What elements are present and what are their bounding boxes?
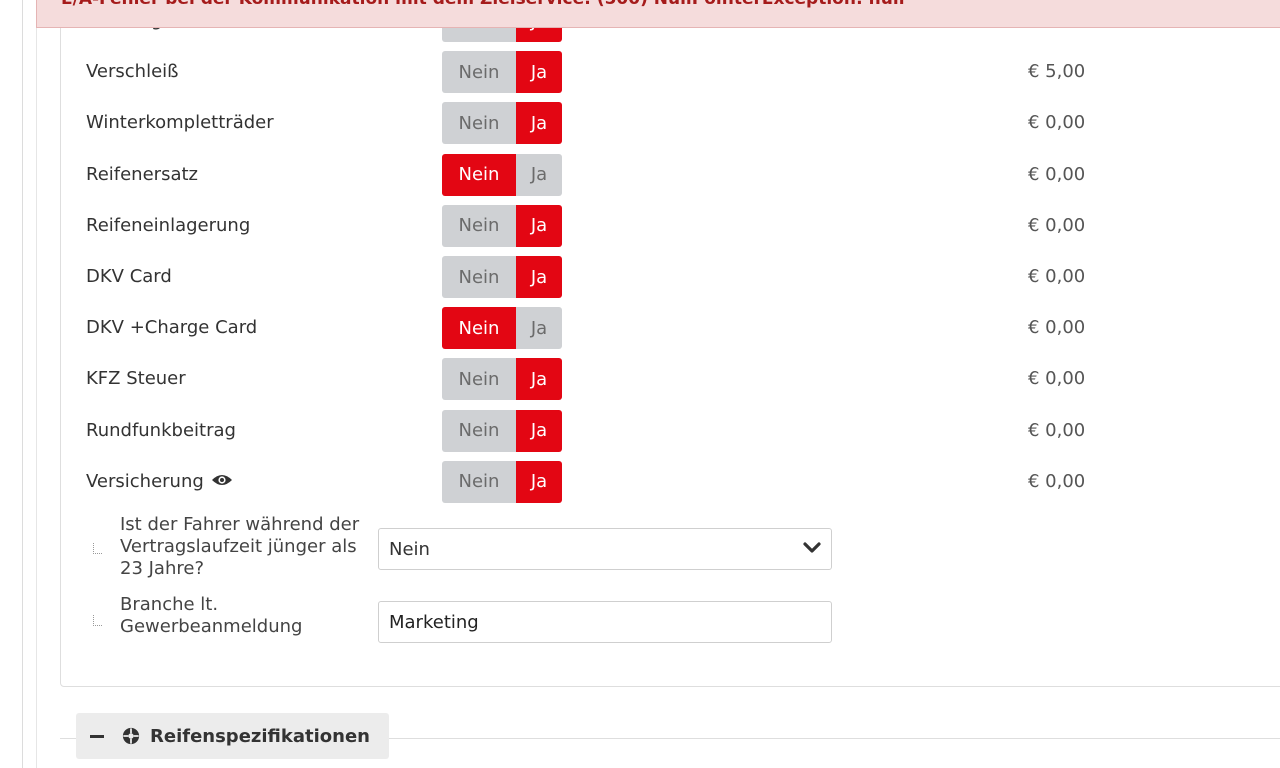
toggle-ja-button[interactable]: Ja [516,204,562,247]
option-label: DKV Card [86,266,172,287]
driver-age-select-value: Nein [389,539,430,560]
option-label-text: Versicherung [86,470,204,492]
option-label-text: KFZ Steuer [86,368,186,390]
toggle-nein-button[interactable]: Nein [442,51,516,94]
chevron-down-icon [803,542,821,553]
option-price: € 0,00 [1028,112,1086,134]
toggle-nein-button[interactable]: Nein [442,256,516,298]
option-label: Reifeneinlagerung [86,215,250,236]
option-label-text: Winterkompletträder [86,112,274,134]
option-price: € 0,00 [1028,214,1086,236]
option-price: € 5,00 [1028,61,1086,83]
option-row: Versicherung Nein Ja € 0,00 [86,460,1186,503]
yes-no-toggle: NeinJa [442,153,562,196]
yes-no-toggle: NeinJa [442,358,562,401]
section-title: Reifenspezifikationen [150,725,370,747]
option-price: € 0,00 [1028,368,1086,390]
toggle-nein-button[interactable]: Nein [442,358,516,401]
option-label-text: Verschleiß [86,61,179,83]
toggle-ja-button[interactable]: Ja [516,153,562,196]
content-border-line [36,0,37,768]
option-label-text: Reifeneinlagerung [86,214,251,236]
option-label: Rundfunkbeitrag [86,420,236,441]
option-row: DKV Card Nein Ja € 0,00 [86,256,1186,298]
option-price: € 0,00 [1028,419,1086,441]
option-label: Verschleiß [86,61,179,82]
option-price: € 0,00 [1028,317,1086,339]
driver-age-select[interactable]: Nein [378,528,832,570]
option-row: KFZ Steuer Nein Ja € 0,00 [86,358,1186,401]
option-price: € 0,00 [1028,470,1086,492]
toggle-ja-button[interactable]: Ja [516,51,562,94]
option-row: Reifenersatz Nein Ja € 0,00 [86,153,1186,196]
toggle-ja-button[interactable]: Ja [516,358,562,401]
industry-label: Branche lt. Gewerbeanmeldung [120,594,303,637]
toggle-ja-button[interactable]: Ja [516,460,562,503]
error-banner: E/A-Fehler bei der Kommunikation mit dem… [36,0,1280,28]
yes-no-toggle: NeinJa [442,204,562,247]
option-row: DKV +Charge Card Nein Ja € 0,00 [86,307,1186,350]
option-row: Winterkompletträder Nein Ja € 0,00 [86,102,1186,145]
collapse-icon [90,734,104,738]
option-price: € 0,00 [1028,163,1086,185]
toggle-ja-button[interactable]: Ja [516,102,562,145]
option-row: Rundfunkbeitrag Nein Ja € 0,00 [86,409,1186,452]
toggle-ja-button[interactable]: Ja [516,256,562,298]
toggle-nein-button[interactable]: Nein [442,460,516,503]
option-label-text: Rundfunkbeitrag [86,419,236,441]
option-label: Versicherung [86,471,233,492]
toggle-nein-button[interactable]: Nein [442,204,516,247]
option-row: Reifeneinlagerung Nein Ja € 0,00 [86,204,1186,247]
option-label-text: Reifenersatz [86,163,198,185]
tree-connector [93,543,102,554]
tree-connector [93,615,102,626]
yes-no-toggle: NeinJa [442,256,562,298]
yes-no-toggle: NeinJa [442,102,562,145]
yes-no-toggle: NeinJa [442,460,562,503]
toggle-nein-button[interactable]: Nein [442,409,516,452]
option-label: KFZ Steuer [86,368,186,389]
option-row: Verschleiß Nein Ja € 5,00 [86,51,1186,94]
option-label: DKV +Charge Card [86,317,257,338]
yes-no-toggle: NeinJa [442,51,562,94]
toggle-ja-button[interactable]: Ja [516,307,562,350]
option-label-text: DKV +Charge Card [86,317,258,339]
option-label-text: DKV Card [86,266,172,287]
option-price: € 0,00 [1028,266,1086,287]
section-toggle-tire-specs[interactable]: Reifenspezifikationen [76,713,389,759]
eye-icon[interactable] [211,473,233,487]
yes-no-toggle: NeinJa [442,307,562,350]
yes-no-toggle: NeinJa [442,409,562,452]
option-label: Winterkompletträder [86,112,274,133]
tire-icon [122,727,140,745]
driver-age-question-label: Ist der Fahrer während der Vertragslaufz… [120,514,360,579]
toggle-nein-button[interactable]: Nein [442,102,516,145]
page-border-line [22,0,23,768]
industry-input[interactable] [378,601,832,643]
toggle-ja-button[interactable]: Ja [516,409,562,452]
toggle-nein-button[interactable]: Nein [442,153,516,196]
option-label: Reifenersatz [86,164,198,185]
toggle-nein-button[interactable]: Nein [442,307,516,350]
error-message: E/A-Fehler bei der Kommunikation mit dem… [61,0,905,9]
